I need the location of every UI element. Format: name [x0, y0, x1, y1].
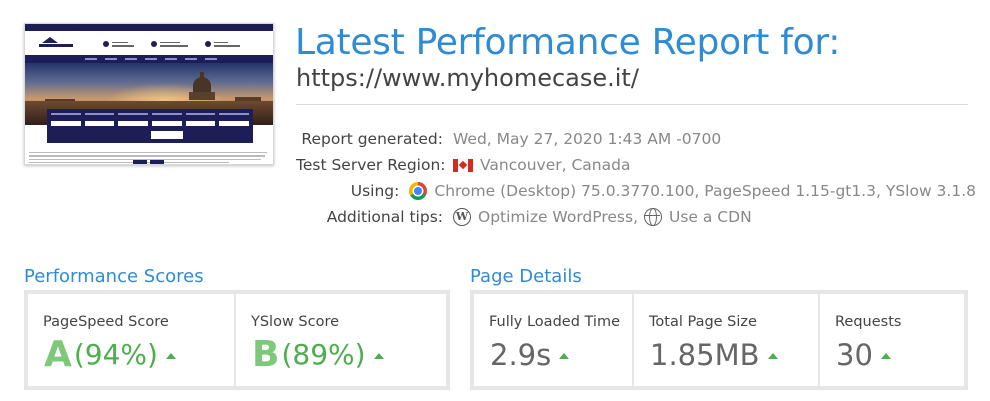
performance-scores-panel: PageSpeed Score A (94%) YSlow Score B (8… [24, 290, 450, 390]
browser-version: Chrome (Desktop) 75.0.3770.100, PageSpee… [434, 182, 976, 200]
requests-label: Requests [835, 314, 902, 330]
thumb-search-form [47, 109, 253, 143]
pagespeed-percent: (94%) [73, 338, 158, 371]
load-time-label: Fully Loaded Time [489, 314, 620, 330]
yslow-label: YSlow Score [251, 314, 340, 330]
tip-use-cdn-link[interactable]: Use a CDN [669, 208, 752, 226]
info-label: Additional tips: [326, 208, 443, 226]
load-time-value: 2.9s [490, 338, 552, 372]
chevron-up-icon [559, 353, 570, 359]
test-region: Vancouver, Canada [480, 156, 631, 174]
report-title: Latest Performance Report for: [295, 22, 841, 63]
globe-icon [644, 208, 662, 226]
tip-optimize-wordpress-link[interactable]: Optimize WordPress [478, 208, 633, 226]
page-details-heading: Page Details [470, 266, 582, 287]
thumb-logo [39, 37, 73, 49]
thumb-address-contact [151, 39, 188, 49]
site-screenshot-thumbnail[interactable] [24, 23, 274, 165]
page-details-panel: Fully Loaded Time 2.9s Total Page Size 1… [470, 290, 968, 390]
wordpress-icon: W [453, 208, 471, 226]
chevron-up-icon [373, 353, 384, 359]
fully-loaded-time-card[interactable]: Fully Loaded Time 2.9s [474, 294, 632, 386]
info-row-additional-tips: Additional tips: W Optimize WordPress, U… [296, 204, 976, 230]
performance-scores-heading: Performance Scores [24, 266, 204, 287]
report-date: Wed, May 27, 2020 1:43 AM -0700 [453, 130, 722, 148]
report-info: Report generated: Wed, May 27, 2020 1:43… [296, 126, 976, 230]
page-size-label: Total Page Size [649, 314, 757, 330]
thumb-footer-buttons [133, 160, 164, 164]
chevron-up-icon [880, 353, 891, 359]
thumb-nav [25, 55, 273, 63]
requests-value: 30 [836, 338, 873, 372]
yslow-score-card[interactable]: YSlow Score B (89%) [236, 294, 446, 386]
tip-separator: , [633, 208, 638, 226]
chevron-up-icon [767, 353, 778, 359]
info-label: Test Server Region: [296, 156, 446, 174]
chevron-up-icon [165, 353, 176, 359]
info-row-using: Using: Chrome (Desktop) 75.0.3770.100, P… [296, 178, 976, 204]
requests-card[interactable]: Requests 30 [820, 294, 964, 386]
info-row-report-generated: Report generated: Wed, May 27, 2020 1:43… [296, 126, 976, 152]
pagespeed-label: PageSpeed Score [43, 314, 169, 330]
info-label: Report generated: [301, 130, 443, 148]
pagespeed-score-card[interactable]: PageSpeed Score A (94%) [28, 294, 234, 386]
info-row-test-region: Test Server Region: Vancouver, Canada [296, 152, 976, 178]
chrome-icon [409, 182, 428, 200]
thumb-phone-contact [103, 39, 134, 49]
info-label: Using: [350, 182, 400, 200]
thumb-topbar [25, 24, 273, 31]
header-divider [296, 104, 968, 105]
thumb-header [25, 31, 273, 55]
report-url[interactable]: https://www.myhomecase.it/ [296, 64, 639, 92]
page-size-value: 1.85MB [650, 338, 760, 372]
thumb-hours-contact [205, 39, 240, 49]
pagespeed-grade: A [44, 334, 72, 375]
yslow-percent: (89%) [281, 338, 366, 371]
total-page-size-card[interactable]: Total Page Size 1.85MB [634, 294, 818, 386]
canada-flag-icon [453, 158, 473, 172]
yslow-grade: B [252, 334, 280, 375]
